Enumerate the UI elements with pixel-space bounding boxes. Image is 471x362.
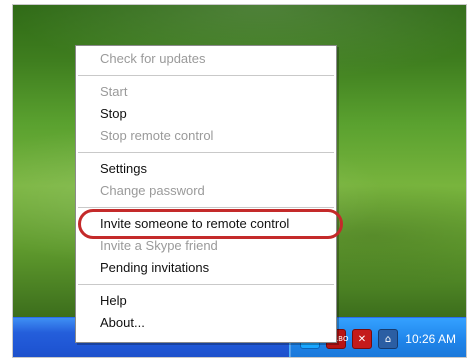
network-icon[interactable]: ⌂: [378, 329, 398, 349]
menu-item-stop-remote-control: Stop remote control: [100, 128, 214, 143]
menu-separator: [78, 207, 334, 208]
menu-item-pending-invitations[interactable]: Pending invitations: [76, 257, 336, 279]
menu-item-about[interactable]: About...: [76, 312, 336, 334]
menu-item-settings[interactable]: Settings: [76, 158, 336, 180]
menu-item-help[interactable]: Help: [76, 290, 336, 312]
menu-separator: [78, 152, 334, 153]
menu-item-stop[interactable]: Stop: [76, 103, 336, 125]
screenshot-frame: S TURBO ✕ ⌂ 10:26 AM Check for updates S…: [12, 4, 467, 358]
menu-item-change-password: Change password: [100, 183, 205, 198]
menu-separator: [78, 284, 334, 285]
shield-x-icon[interactable]: ✕: [352, 329, 372, 349]
context-menu: Check for updates Start Stop Stop remote…: [75, 45, 343, 343]
tray-clock[interactable]: 10:26 AM: [405, 330, 456, 348]
menu-item-check-for-updates: Check for updates: [100, 51, 206, 66]
menu-item-invite-remote-control[interactable]: Invite someone to remote control: [76, 209, 343, 239]
menu-item-start: Start: [100, 84, 128, 99]
menu-separator: [78, 75, 334, 76]
menu-item-invite-skype-friend: Invite a Skype friend: [100, 238, 218, 253]
